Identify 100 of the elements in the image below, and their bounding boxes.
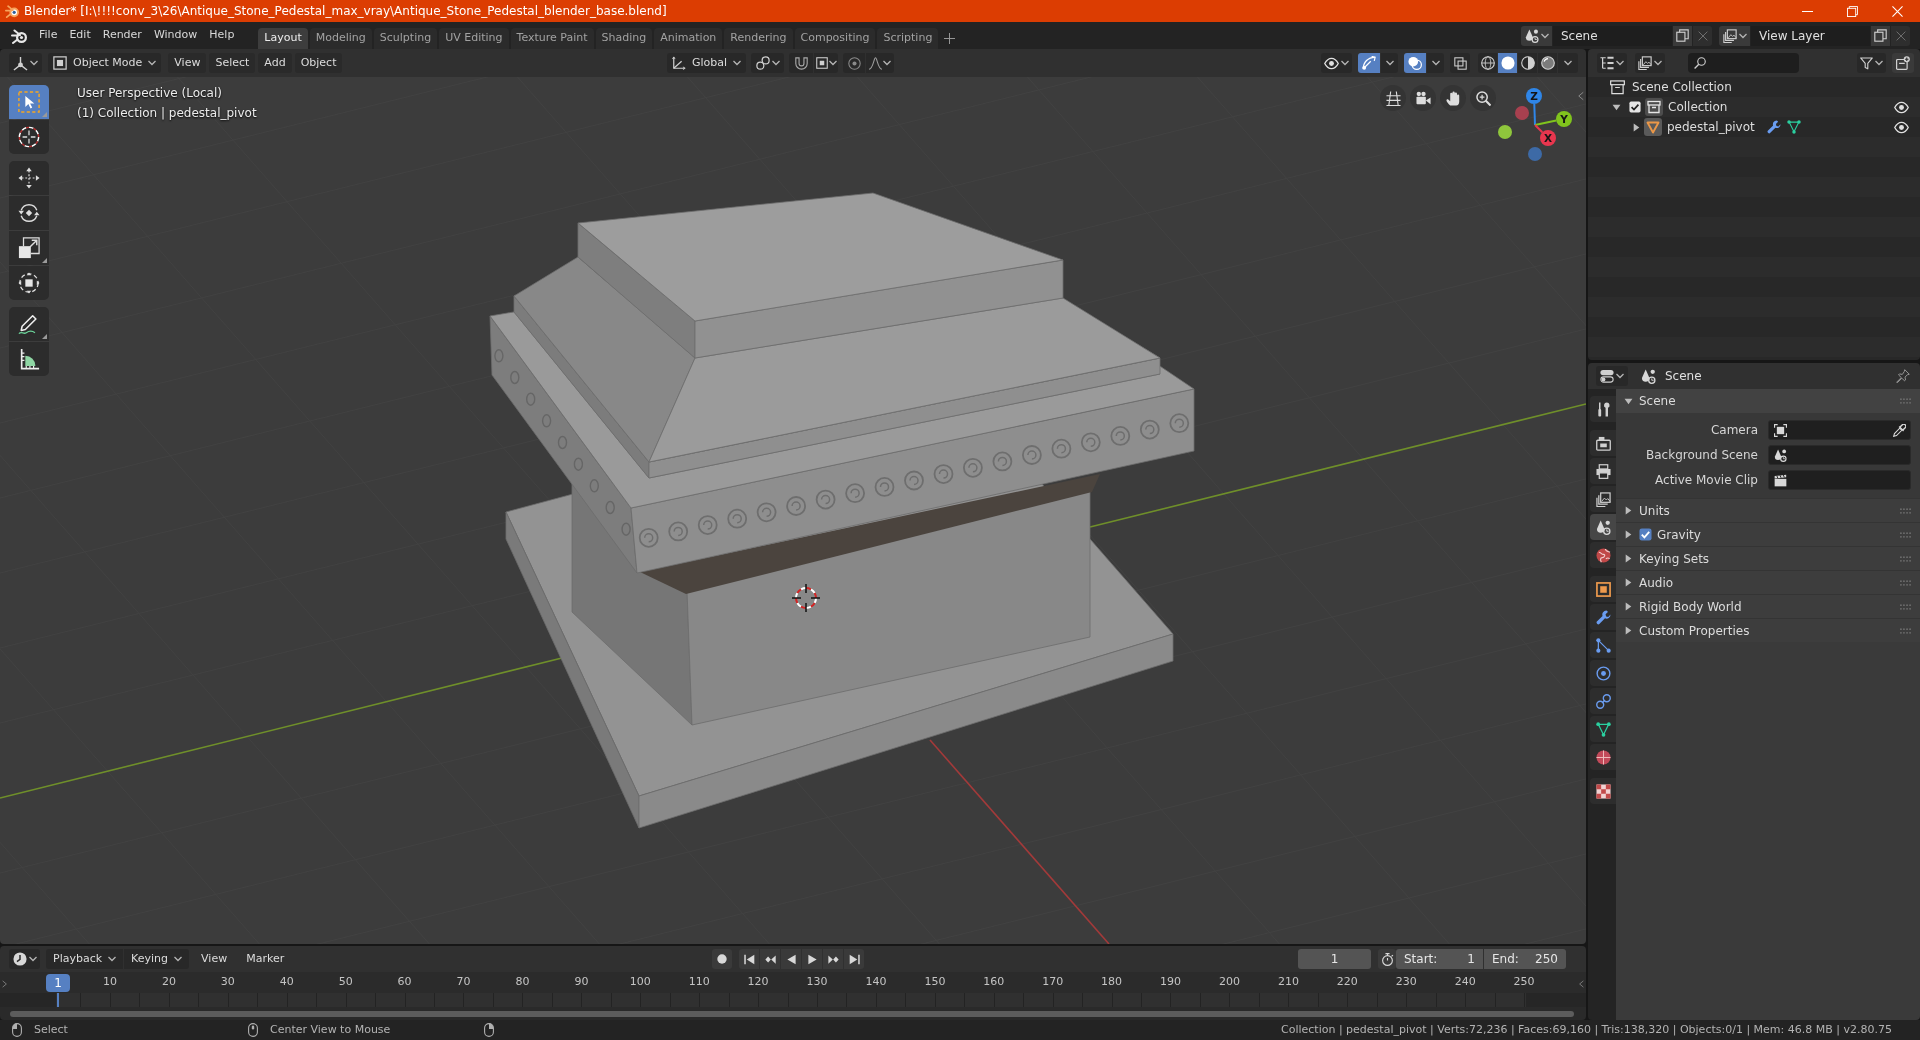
properties-tab[interactable]	[1590, 688, 1616, 714]
wrench-icon[interactable]	[1766, 120, 1781, 134]
mesh-triangle-icon[interactable]	[1786, 120, 1801, 134]
shading-dropdown[interactable]	[1558, 53, 1578, 73]
next-keyframe-button[interactable]	[823, 949, 843, 969]
eye-icon[interactable]	[1894, 119, 1909, 135]
tool-button[interactable]	[9, 120, 49, 154]
pan-view-button[interactable]	[1440, 85, 1466, 111]
workspace-tab[interactable]: Rendering	[724, 28, 793, 49]
overlay-dropdown[interactable]	[1427, 53, 1444, 73]
menu-button[interactable]: Select	[209, 53, 256, 73]
view-layer-selector-button[interactable]	[1719, 25, 1750, 46]
axis-ball-icon[interactable]	[1498, 125, 1512, 139]
tool-button[interactable]	[9, 342, 49, 376]
object-picker-field[interactable]	[1768, 420, 1911, 440]
display-mode-dropdown[interactable]	[1635, 53, 1665, 73]
workspace-tab[interactable]: Shading	[595, 28, 653, 49]
workspace-tab[interactable]: Modeling	[309, 28, 372, 49]
disclosure-triangle-icon[interactable]	[1632, 122, 1641, 132]
menu-button[interactable]: View	[194, 949, 235, 969]
editor-type-button[interactable]	[9, 949, 40, 969]
duplicate-button[interactable]	[1871, 25, 1890, 46]
properties-tab[interactable]	[1590, 778, 1616, 804]
editor-type-button[interactable]	[1596, 366, 1628, 386]
preview-range-toggle[interactable]	[1378, 949, 1396, 969]
menu-item[interactable]: File	[33, 25, 64, 46]
menu-item[interactable]: Help	[203, 25, 241, 46]
shading-mode-button[interactable]	[1478, 53, 1497, 73]
editor-type-button[interactable]	[9, 53, 42, 73]
axis-button[interactable]: Y	[1534, 111, 1572, 127]
properties-tab[interactable]	[1590, 396, 1616, 422]
menu-dropdown[interactable]: Keying	[124, 949, 190, 969]
xray-toggle[interactable]	[1450, 53, 1470, 73]
current-frame-indicator[interactable]: 1	[46, 974, 70, 992]
properties-tab[interactable]	[1590, 514, 1616, 540]
menu-button[interactable]: Marker	[239, 949, 292, 969]
view-layer-name-field[interactable]: View Layer	[1751, 25, 1870, 46]
properties-tab[interactable]	[1590, 486, 1616, 512]
menu-item[interactable]: Edit	[63, 25, 97, 46]
shading-mode-button[interactable]	[1518, 53, 1537, 73]
scene-selector-button[interactable]	[1521, 25, 1552, 46]
record-button[interactable]	[712, 949, 732, 969]
outliner-item[interactable]: Scene Collection	[1632, 78, 1732, 96]
chevron-left-icon[interactable]	[1578, 91, 1584, 101]
play-button[interactable]	[802, 949, 822, 969]
workspace-tab[interactable]: Compositing	[794, 28, 876, 49]
properties-tab[interactable]	[1590, 430, 1616, 456]
filter-dropdown[interactable]	[1857, 53, 1886, 73]
proportional-edit-toggle[interactable]	[843, 53, 866, 73]
eye-icon[interactable]	[1894, 99, 1909, 115]
end-frame-field[interactable]: End: 250	[1484, 949, 1566, 969]
axis-button[interactable]: Z	[1526, 88, 1542, 126]
properties-tab[interactable]	[1590, 458, 1616, 484]
checkbox[interactable]	[1629, 101, 1641, 113]
object-picker-field[interactable]	[1768, 445, 1911, 465]
menu-item[interactable]: Window	[147, 25, 204, 46]
tool-button[interactable]	[9, 231, 49, 265]
menu-item[interactable]: Render	[96, 25, 148, 46]
selectability-dropdown[interactable]	[1321, 53, 1352, 73]
previous-keyframe-button[interactable]	[760, 949, 780, 969]
camera-view-button[interactable]	[1410, 85, 1436, 111]
scrollbar-thumb[interactable]	[10, 1011, 1574, 1017]
gizmo-toggle[interactable]	[1358, 53, 1380, 73]
search-field[interactable]	[1688, 53, 1799, 73]
properties-tab[interactable]	[1590, 632, 1616, 658]
workspace-tab[interactable]: UV Editing	[439, 28, 509, 49]
jump-to-start-button[interactable]	[739, 949, 759, 969]
tool-button[interactable]	[9, 307, 49, 341]
object-picker-field[interactable]	[1768, 470, 1911, 490]
tool-button[interactable]	[9, 196, 49, 230]
orientation-dropdown[interactable]: Global	[667, 53, 747, 73]
play-reverse-button[interactable]	[781, 949, 801, 969]
mode-dropdown[interactable]: Object Mode	[48, 53, 162, 73]
outliner-item[interactable]: pedestal_pivot	[1667, 118, 1755, 136]
tool-button[interactable]	[9, 266, 49, 300]
checkbox[interactable]	[1639, 528, 1652, 541]
menu-button[interactable]: Object	[294, 53, 343, 73]
falloff-dropdown[interactable]	[866, 53, 895, 73]
pin-icon[interactable]	[1896, 369, 1910, 383]
tool-button[interactable]	[9, 161, 49, 195]
workspace-tab[interactable]: Animation	[654, 28, 723, 49]
gizmo-dropdown[interactable]	[1381, 53, 1398, 73]
workspace-tab[interactable]: Texture Paint	[510, 28, 594, 49]
workspace-tab[interactable]: Layout	[258, 28, 308, 49]
pivot-dropdown[interactable]	[751, 53, 785, 73]
menu-dropdown[interactable]: Playback	[46, 949, 124, 969]
properties-tab[interactable]	[1590, 576, 1616, 602]
shading-mode-button[interactable]	[1538, 53, 1557, 73]
workspace-tab[interactable]: Scripting	[877, 28, 939, 49]
snap-target-dropdown[interactable]	[814, 53, 839, 73]
outliner-item[interactable]: Collection	[1668, 98, 1728, 116]
duplicate-button[interactable]	[1673, 25, 1692, 46]
properties-tab[interactable]	[1590, 744, 1616, 770]
scene-name-field[interactable]: Scene	[1553, 25, 1672, 46]
chevron-right-icon[interactable]	[2, 980, 7, 988]
snap-toggle[interactable]	[789, 53, 814, 73]
zoom-view-button[interactable]	[1470, 85, 1496, 111]
panel-header[interactable]: Scene	[1616, 389, 1920, 413]
eyedropper-icon[interactable]	[1893, 423, 1906, 437]
disclosure-triangle-icon[interactable]	[1612, 102, 1621, 112]
